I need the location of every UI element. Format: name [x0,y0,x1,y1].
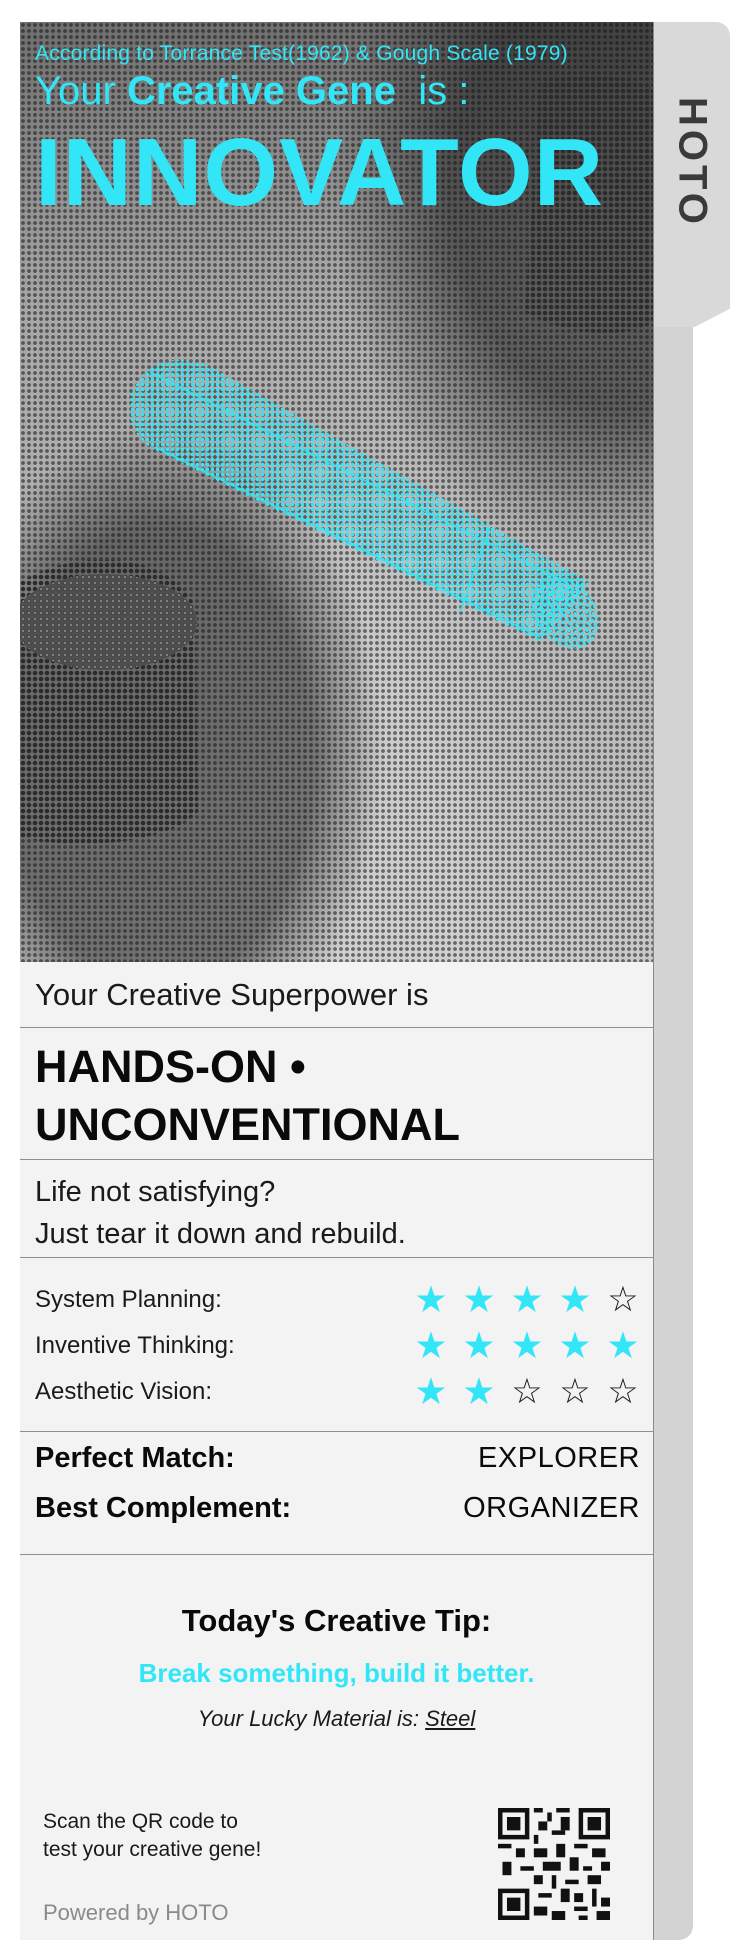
star-outline-icon: ☆ [511,1372,543,1411]
star-filled-icon: ★ [510,1279,544,1320]
lucky-material-label: Your Lucky Material is: [197,1706,426,1731]
divider [20,1257,653,1258]
rating-label: Aesthetic Vision: [35,1378,212,1405]
hero-headline-bold: Creative Gene [126,69,396,113]
star-outline-icon: ☆ [559,1372,591,1411]
star-filled-icon: ★ [462,1279,496,1320]
star-filled-icon: ★ [510,1325,544,1366]
scan-line-2: test your creative gene! [43,1838,262,1861]
tip-title: Today's Creative Tip: [181,1603,492,1638]
tip-body: Break something, build it better. [138,1658,535,1688]
scan-instructions: Scan the QR code to test your creative g… [43,1808,343,1864]
star-outline-icon: ☆ [607,1372,639,1411]
tagline-line-2: Just tear it down and rebuild. [35,1218,406,1250]
divider [20,1027,653,1028]
rating-row: System Planning: ★ ★ ★ ★ ☆ [35,1278,640,1322]
jar-shape [20,559,198,844]
powered-by: Powered by HOTO [43,1900,229,1925]
best-complement-row: Best Complement: ORGANIZER [35,1492,640,1525]
divider [20,1554,653,1555]
hero-headline: Your Creative Gene is : [35,69,469,114]
star-filled-icon: ★ [414,1279,448,1320]
gene-type-title: INNOVATOR [35,119,605,226]
star-outline-icon: ☆ [607,1280,639,1319]
hero-headline-prefix: Your [35,69,127,113]
divider [20,1431,653,1432]
lucky-material-value: Steel [425,1706,476,1731]
scan-line-1: Scan the QR code to [43,1810,238,1833]
divider [20,1159,653,1160]
rating-stars: ★ ★ ★ ★ ★ [414,1324,640,1368]
cyan-tool-shape [129,359,599,650]
perfect-match-value: EXPLORER [478,1442,640,1474]
star-filled-icon: ★ [462,1325,496,1366]
hero-headline-suffix: is : [395,69,470,113]
rating-label: System Planning: [35,1286,222,1313]
best-complement-label: Best Complement: [35,1492,292,1524]
result-card: According to Torrance Test(1962) & Gough… [20,22,654,1940]
superpower-label: Your Creative Superpower is [35,977,429,1012]
star-filled-icon: ★ [606,1325,640,1366]
hero-subtitle: According to Torrance Test(1962) & Gough… [35,42,568,65]
superpower-value: HANDS-ON • UNCONVENTIONAL [35,1041,460,1150]
hero-image: According to Torrance Test(1962) & Gough… [20,22,653,962]
rating-row: Aesthetic Vision: ★ ★ ☆ ☆ ☆ [35,1370,640,1414]
star-filled-icon: ★ [414,1325,448,1366]
star-filled-icon: ★ [462,1371,496,1412]
star-filled-icon: ★ [414,1371,448,1412]
rating-stars: ★ ★ ☆ ☆ ☆ [414,1370,640,1414]
tagline: Life not satisfying? Just tear it down a… [35,1171,635,1255]
rating-label: Inventive Thinking: [35,1332,235,1359]
star-filled-icon: ★ [558,1325,592,1366]
perfect-match-row: Perfect Match: EXPLORER [35,1442,640,1475]
best-complement-value: ORGANIZER [463,1492,640,1524]
perfect-match-label: Perfect Match: [35,1442,235,1474]
qr-code-icon[interactable] [498,1808,610,1920]
rating-row: Inventive Thinking: ★ ★ ★ ★ ★ [35,1324,640,1368]
side-tab-brand: HOTO [670,97,715,228]
star-filled-icon: ★ [558,1279,592,1320]
rating-stars: ★ ★ ★ ★ ☆ [414,1278,640,1322]
tagline-line-1: Life not satisfying? [35,1176,276,1208]
lucky-material: Your Lucky Material is: Steel [20,1706,653,1732]
